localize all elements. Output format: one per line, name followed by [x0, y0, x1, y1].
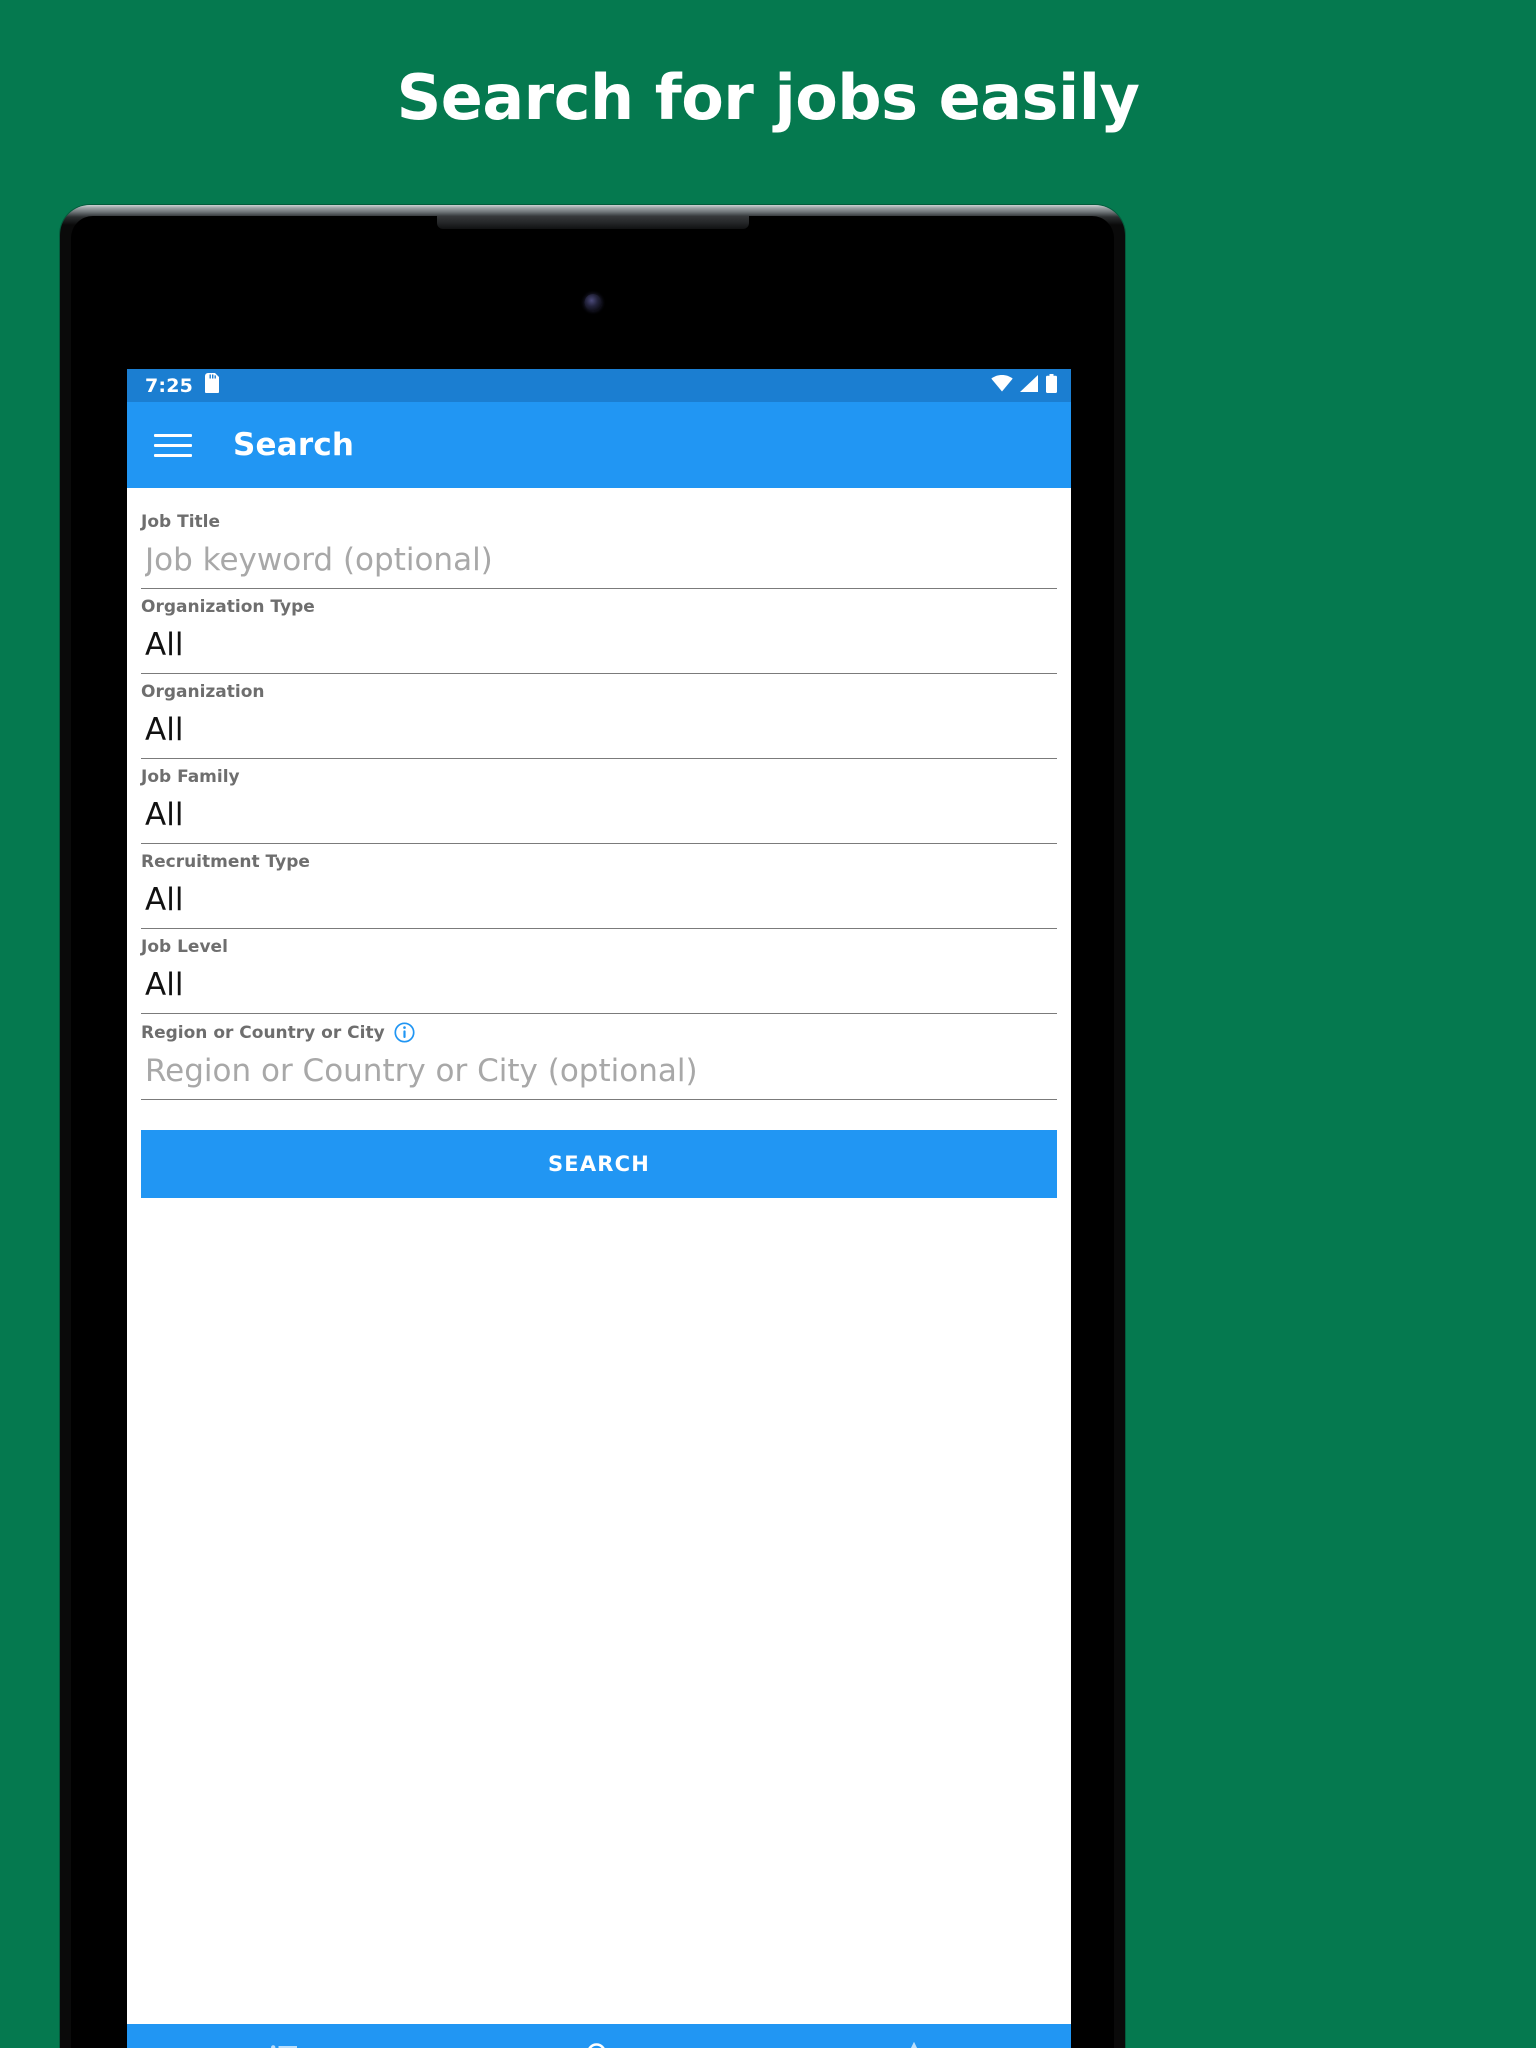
field-label-region-country-city: Region or Country or City: [141, 1014, 1057, 1047]
star-icon: [900, 2040, 928, 2048]
recruitment-type-select[interactable]: All: [141, 876, 1057, 929]
field-job-family: Job Family All: [141, 759, 1057, 844]
field-organization-type: Organization Type All: [141, 589, 1057, 674]
front-camera-icon: [584, 294, 601, 311]
info-icon[interactable]: [394, 1022, 415, 1043]
field-label-region-text: Region or Country or City: [141, 1022, 385, 1043]
list-icon: [271, 2040, 298, 2048]
field-label-job-title: Job Title: [141, 512, 220, 532]
tablet-device-frame: 7:25 Search Job Title Job keyword (optio…: [60, 205, 1125, 2048]
job-family-select[interactable]: All: [141, 791, 1057, 844]
status-time: 7:25: [145, 374, 194, 397]
field-label-job-family: Job Family: [141, 767, 240, 787]
wifi-icon: [991, 374, 1013, 397]
nav-item-saved-jobs[interactable]: Saved Jobs: [756, 2024, 1071, 2048]
search-submit-button[interactable]: SEARCH: [141, 1130, 1057, 1198]
field-job-level: Job Level All: [141, 929, 1057, 1014]
organization-type-select[interactable]: All: [141, 621, 1057, 674]
battery-icon: [1046, 373, 1057, 398]
field-recruitment-type: Recruitment Type All: [141, 844, 1057, 929]
nav-item-search[interactable]: Search: [442, 2024, 757, 2048]
search-form: Job Title Organization Type All Organiza…: [127, 488, 1071, 2024]
field-label-organization: Organization: [141, 682, 265, 702]
field-region-country-city: Region or Country or City: [141, 1014, 1057, 1100]
field-label-job-level: Job Level: [141, 937, 228, 957]
speaker-grille: [436, 216, 749, 229]
device-bezel: 7:25 Search Job Title Job keyword (optio…: [71, 216, 1114, 2048]
app-bar: Search: [127, 402, 1071, 488]
bottom-navigation: Job List Search Saved Jobs: [127, 2024, 1071, 2048]
search-icon: [586, 2040, 612, 2048]
nav-item-job-list[interactable]: Job List: [127, 2024, 442, 2048]
promo-headline: Search for jobs easily: [396, 61, 1140, 134]
field-label-recruitment-type: Recruitment Type: [141, 852, 310, 872]
organization-select[interactable]: All: [141, 706, 1057, 759]
sd-card-icon: [205, 373, 220, 398]
field-organization: Organization All: [141, 674, 1057, 759]
field-job-title: Job Title: [141, 504, 1057, 589]
status-bar: 7:25: [127, 369, 1071, 402]
hamburger-menu-icon[interactable]: [151, 423, 195, 467]
status-icons-group: [991, 373, 1057, 398]
signal-icon: [1020, 374, 1039, 397]
field-label-organization-type: Organization Type: [141, 597, 315, 617]
region-country-city-input[interactable]: [141, 1047, 1057, 1100]
page-title: Search: [233, 427, 355, 463]
job-title-input[interactable]: [141, 536, 1057, 589]
app-screen: 7:25 Search Job Title Job keyword (optio…: [127, 369, 1071, 2048]
job-level-select[interactable]: All: [141, 961, 1057, 1014]
